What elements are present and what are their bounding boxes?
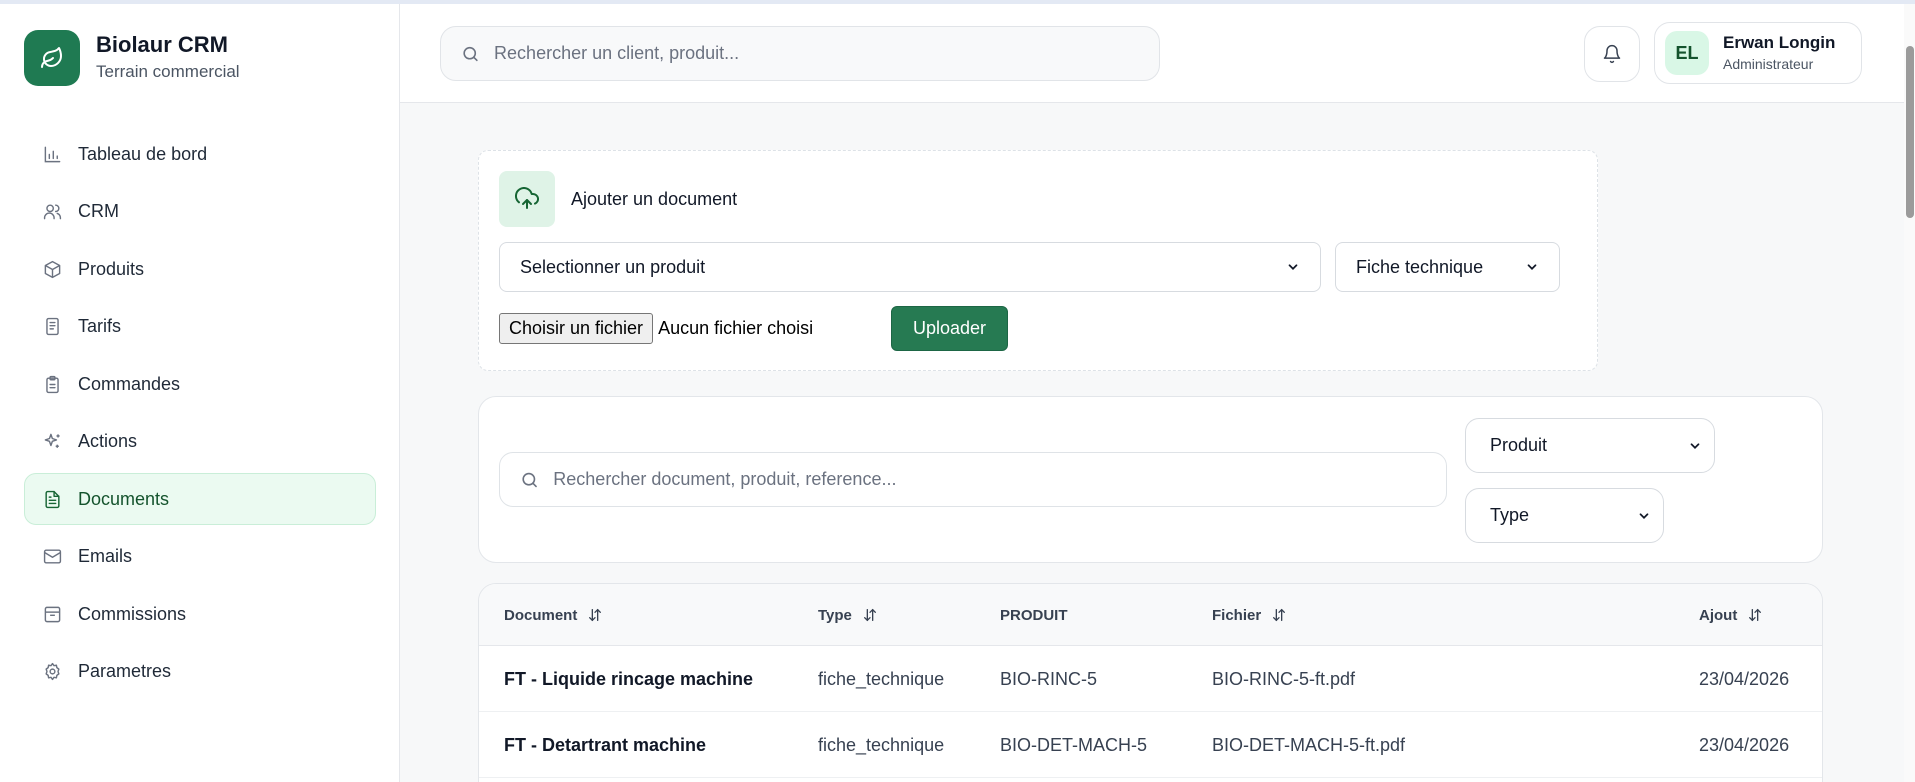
box-icon	[44, 260, 61, 278]
sidebar-item-label: Documents	[78, 488, 170, 509]
cloud-upload-icon	[499, 171, 555, 227]
sidebar-item-label: Commandes	[78, 373, 181, 394]
app-title: Biolaur CRM	[96, 32, 228, 57]
global-search[interactable]	[440, 26, 1160, 81]
sidebar-item-label: Tarifs	[78, 316, 122, 336]
column-header-ajout[interactable]: Ajout	[1699, 584, 1763, 646]
cell-document: FT - Liquide rincage machine	[504, 668, 754, 689]
gear-icon	[45, 662, 60, 681]
sidebar: Biolaur CRM Terrain commercial Tableau d…	[0, 4, 400, 782]
chevron-down-icon	[1288, 264, 1298, 270]
sidebar-item-crm[interactable]: CRM	[24, 186, 376, 238]
bar-chart-icon	[44, 146, 61, 162]
column-header-label: Ajout	[1699, 606, 1738, 624]
cell-document: FT - Detartrant machine	[504, 734, 707, 755]
sidebar-item-actions[interactable]: Actions	[24, 416, 376, 468]
sidebar-item-tarifs[interactable]: Tarifs	[24, 301, 376, 353]
brand[interactable]: Biolaur CRM Terrain commercial	[24, 30, 240, 86]
global-search-input[interactable]	[494, 43, 1159, 64]
sidebar-item-parametres[interactable]: Parametres	[24, 646, 376, 698]
archive-icon	[44, 606, 61, 622]
cell-ajout: 23/04/2026	[1699, 734, 1790, 755]
column-header-label: Type	[818, 606, 852, 624]
documents-filter-card: Produit Type	[478, 396, 1823, 563]
table-row[interactable]: FT - Liquide rincage machine fiche_techn…	[479, 646, 1822, 712]
notifications-button[interactable]	[1584, 26, 1640, 82]
sidebar-item-label: Actions	[78, 431, 138, 451]
sidebar-item-documents[interactable]: Documents	[24, 473, 376, 525]
column-header-produit: PRODUIT	[1000, 584, 1068, 646]
column-header-label: Document	[504, 606, 578, 624]
search-icon	[463, 46, 478, 61]
file-list-icon	[46, 317, 59, 336]
sidebar-item-label: Produits	[78, 258, 145, 279]
sidebar-item-label: Commissions	[78, 603, 187, 624]
product-filter-value: Produit	[1490, 435, 1548, 455]
table-header: Document Type PRODUIT Fichier Ajout	[479, 584, 1822, 646]
sort-icon	[863, 608, 876, 622]
sort-icon	[1749, 608, 1762, 622]
sparkles-icon	[44, 433, 60, 448]
document-search-input[interactable]	[553, 469, 1446, 490]
sidebar-item-tableau-de-bord[interactable]: Tableau de bord	[24, 128, 376, 180]
users-icon	[43, 204, 62, 220]
upload-title: Ajouter un document	[571, 188, 738, 209]
chevron-down-icon	[1527, 264, 1537, 270]
cell-ajout: 23/04/2026	[1699, 668, 1790, 689]
mail-icon	[43, 549, 62, 564]
chevron-down-icon	[1639, 512, 1649, 519]
sort-icon	[589, 608, 602, 622]
table-row[interactable]: FT - Detartrant machine fiche_technique …	[479, 712, 1822, 778]
page-scrollbar-thumb[interactable]	[1906, 46, 1914, 218]
bell-icon	[1603, 44, 1621, 64]
sidebar-item-produits[interactable]: Produits	[24, 243, 376, 295]
sidebar-nav: Tableau de bord CRM Produits Tarifs Comm…	[24, 128, 376, 703]
search-icon	[522, 472, 537, 487]
cell-type: fiche_technique	[818, 734, 945, 755]
upload-button[interactable]: Uploader	[891, 306, 1008, 351]
app-subtitle: Terrain commercial	[96, 62, 240, 81]
product-filter-select[interactable]: Produit	[1465, 418, 1715, 473]
chevron-down-icon	[1690, 442, 1700, 449]
document-type-select-value: Fiche technique	[1356, 256, 1484, 277]
user-menu[interactable]: EL Erwan Longin Administrateur	[1654, 22, 1862, 84]
leaf-icon	[24, 30, 80, 86]
document-icon	[45, 490, 60, 508]
file-status: Aucun fichier choisi	[658, 318, 814, 338]
product-select-value: Selectionner un produit	[520, 256, 706, 277]
column-header-label: PRODUIT	[1000, 606, 1068, 624]
user-name: Erwan Longin	[1723, 33, 1836, 52]
sidebar-item-label: Parametres	[78, 661, 172, 681]
clipboard-icon	[46, 375, 59, 393]
sidebar-item-label: Emails	[78, 546, 133, 566]
document-search[interactable]	[499, 452, 1447, 507]
sidebar-item-label: Tableau de bord	[78, 143, 208, 164]
sidebar-item-commandes[interactable]: Commandes	[24, 358, 376, 410]
type-filter-select[interactable]: Type	[1465, 488, 1664, 543]
avatar: EL	[1665, 31, 1709, 75]
cell-fichier[interactable]: BIO-RINC-5-ft.pdf	[1212, 646, 1355, 712]
documents-table: Document Type PRODUIT Fichier Ajout FT -…	[478, 583, 1823, 782]
type-filter-value: Type	[1490, 505, 1530, 525]
column-header-type[interactable]: Type	[818, 584, 878, 646]
sidebar-item-emails[interactable]: Emails	[24, 531, 376, 583]
sidebar-item-commissions[interactable]: Commissions	[24, 588, 376, 640]
cell-produit: BIO-DET-MACH-5	[1000, 734, 1148, 755]
cell-fichier[interactable]: BIO-DET-MACH-5-ft.pdf	[1212, 712, 1405, 778]
user-role: Administrateur	[1723, 56, 1814, 72]
sort-icon	[1273, 608, 1286, 622]
sidebar-item-label: CRM	[78, 201, 119, 221]
cell-type: fiche_technique	[818, 668, 945, 689]
document-type-select[interactable]: Fiche technique	[1335, 242, 1560, 292]
topbar: EL Erwan Longin Administrateur	[400, 4, 1915, 103]
upload-document-card: Ajouter un document Selectionner un prod…	[478, 150, 1598, 371]
column-header-label: Fichier	[1212, 606, 1262, 624]
product-select[interactable]: Selectionner un produit	[499, 242, 1321, 292]
cell-produit: BIO-RINC-5	[1000, 668, 1098, 689]
choose-file-button[interactable]: Choisir un fichier	[499, 313, 654, 344]
column-header-document[interactable]: Document	[504, 584, 603, 646]
column-header-fichier[interactable]: Fichier	[1212, 584, 1287, 646]
